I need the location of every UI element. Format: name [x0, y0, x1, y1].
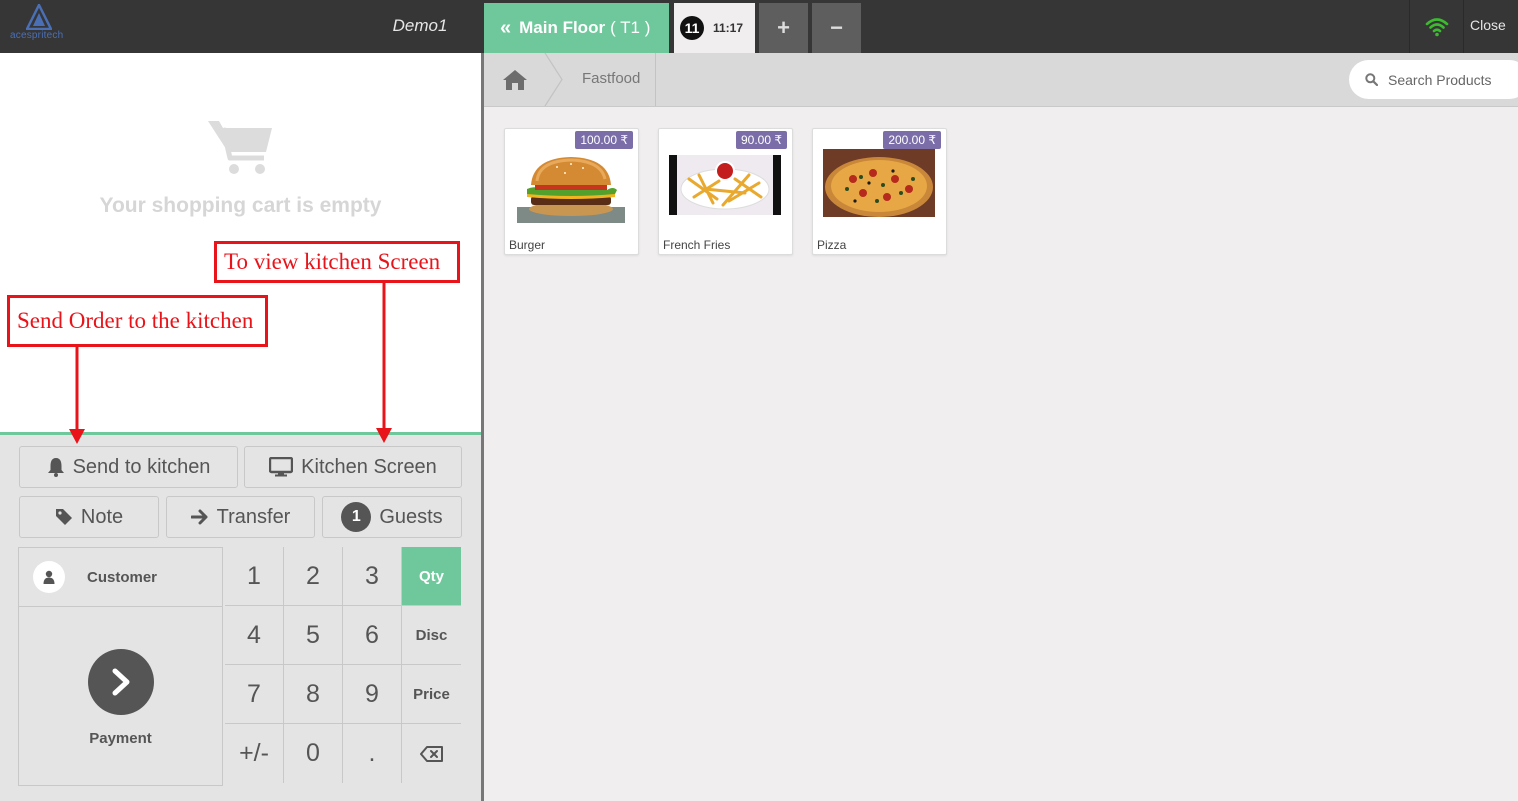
- annotation-kitchen-screen: To view kitchen Screen: [214, 241, 460, 283]
- annotation-send-kitchen: Send Order to the kitchen: [7, 295, 268, 347]
- annotation-arrows: [69, 283, 392, 444]
